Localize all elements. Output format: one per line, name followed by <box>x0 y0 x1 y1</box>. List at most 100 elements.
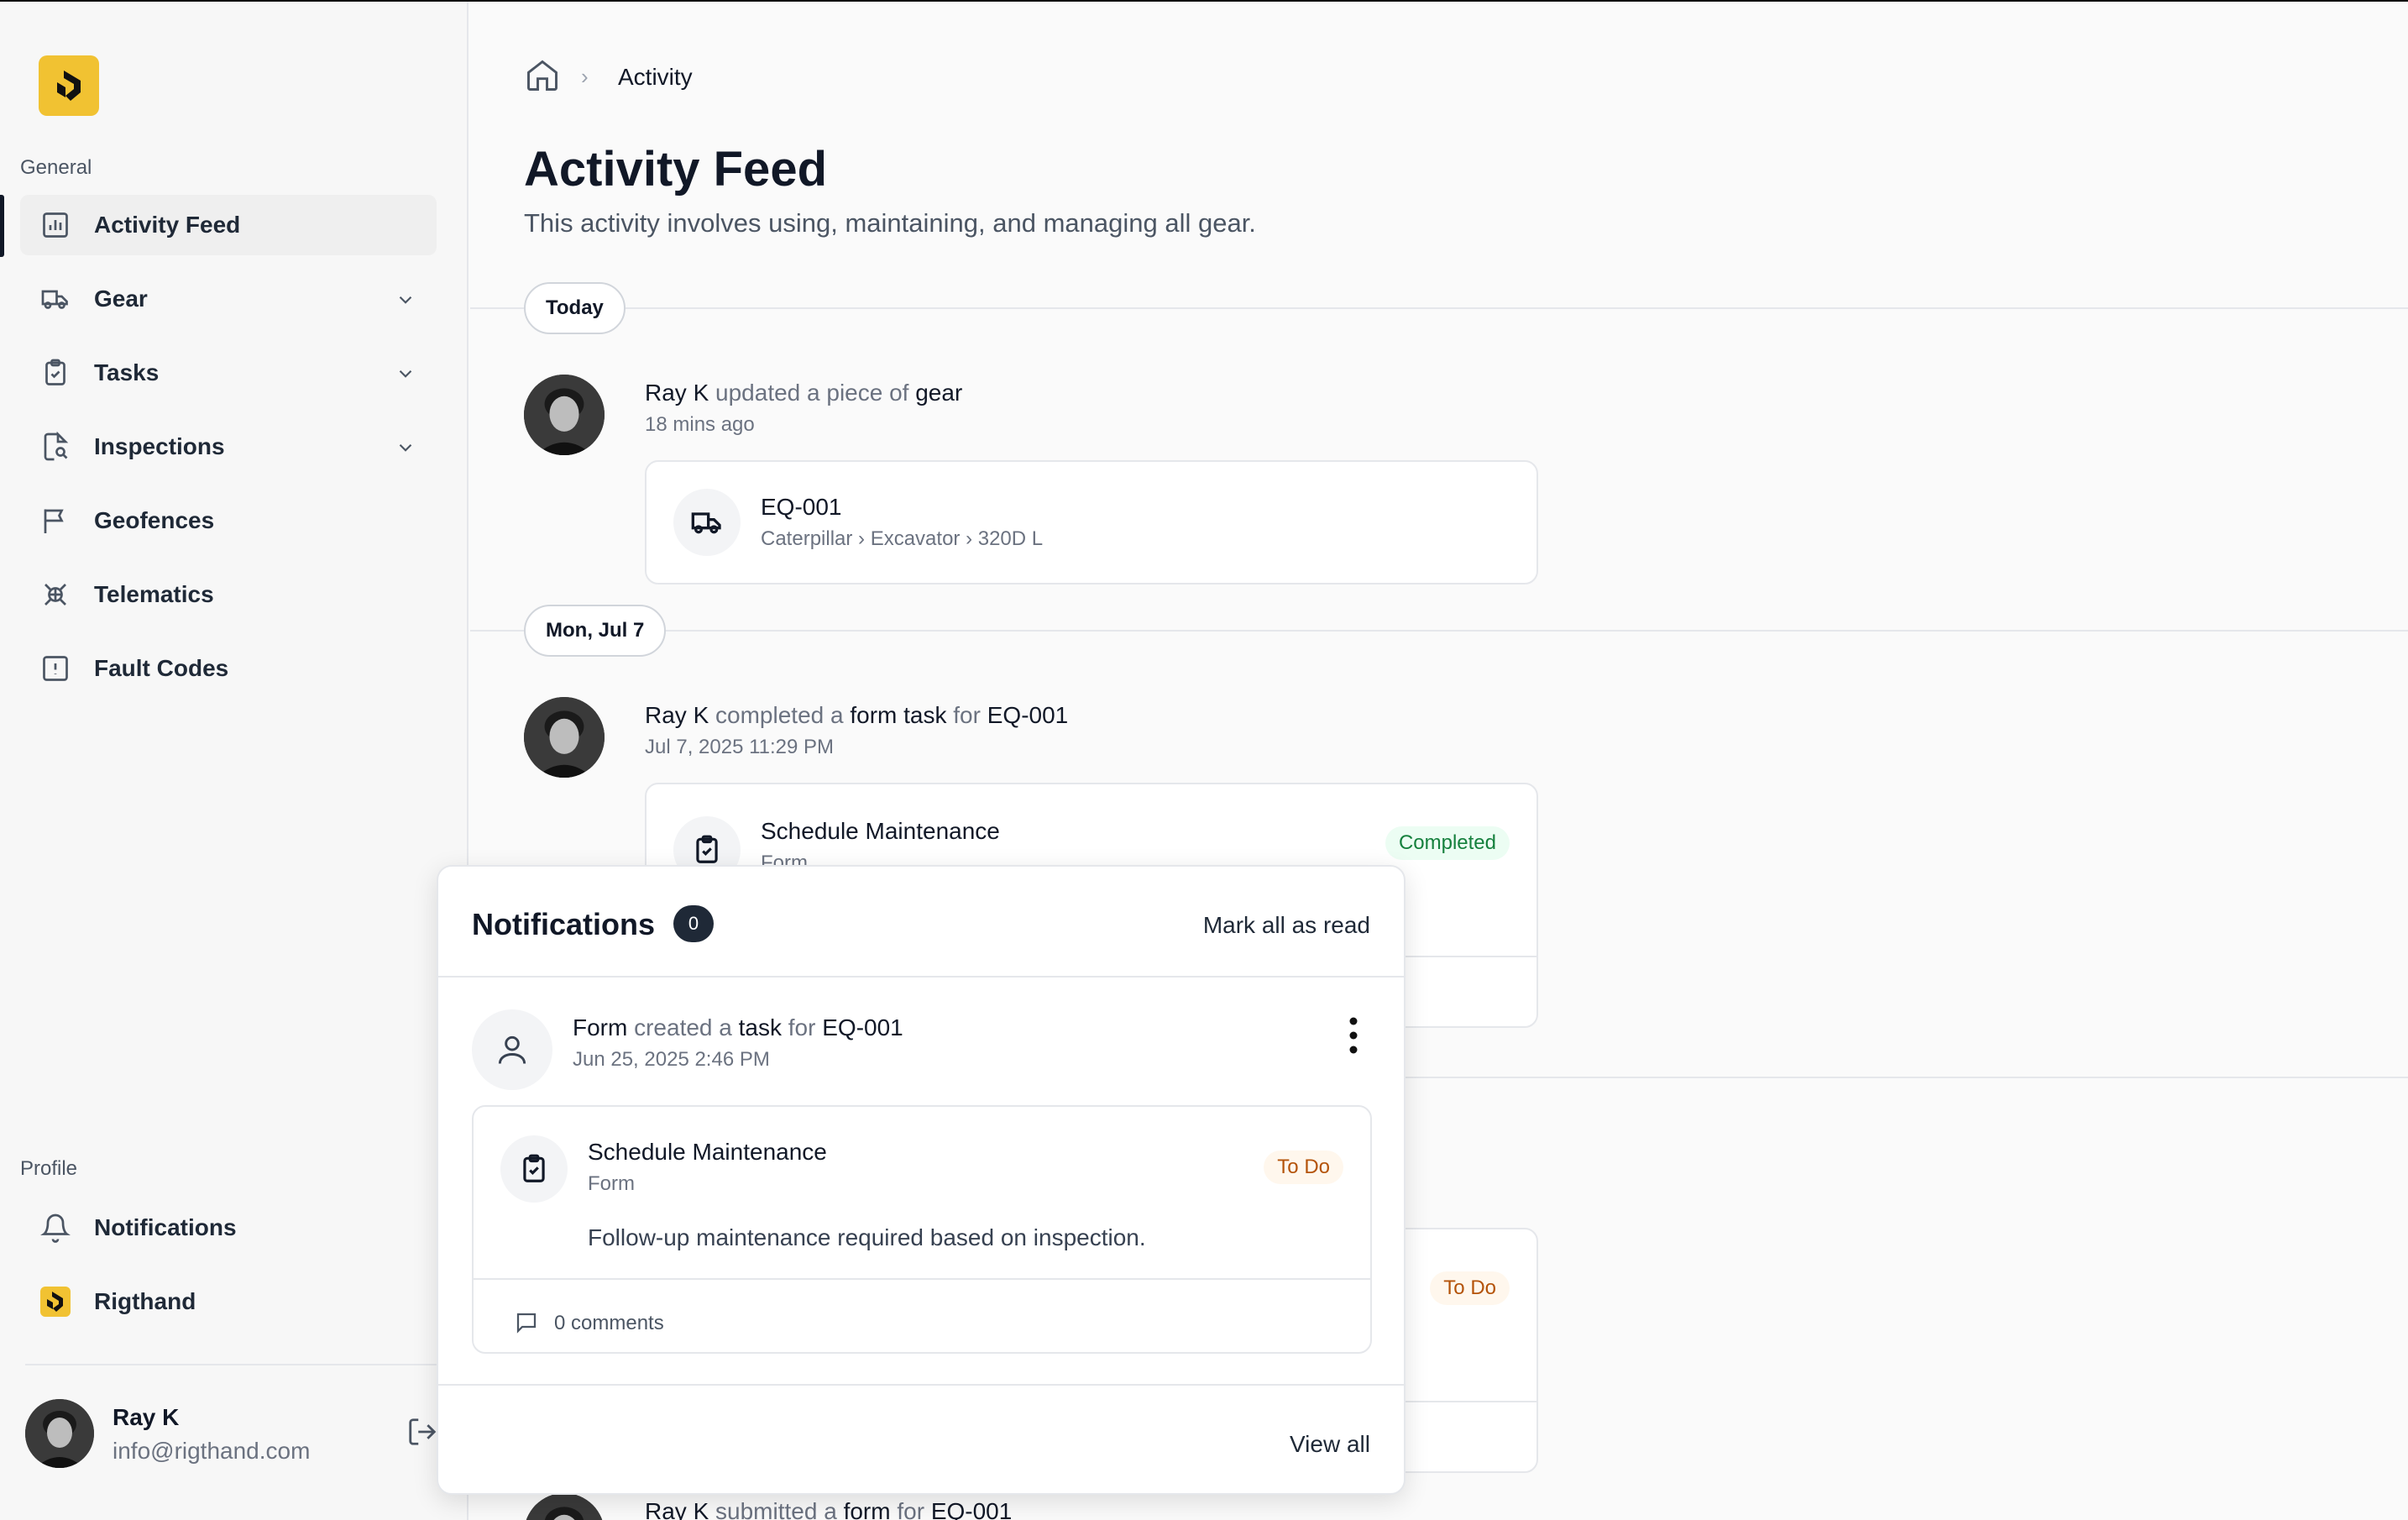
gear-card[interactable]: EQ-001 Caterpillar › Excavator › 320D L <box>645 460 1538 584</box>
sidebar-item-label: Activity Feed <box>94 212 241 238</box>
satellite-icon <box>44 584 66 605</box>
page-title: Activity Feed <box>524 142 827 197</box>
sidebar-item-label: Tasks <box>94 359 160 385</box>
section-label-general: General <box>20 156 92 179</box>
date-pill-today: Today <box>524 282 626 334</box>
sidebar-item-label: Geofences <box>94 507 215 533</box>
sidebar-item-label: Notifications <box>94 1214 237 1240</box>
activity-actor[interactable]: Ray K <box>645 702 709 728</box>
breadcrumb-current: Activity <box>618 64 693 90</box>
notification-description: Form created a task for EQ-001 <box>573 1014 903 1041</box>
notification-target[interactable]: EQ-001 <box>822 1014 903 1040</box>
flag-icon <box>44 509 64 533</box>
person-photo-icon <box>524 1493 605 1520</box>
popover-divider <box>438 976 1404 978</box>
notifications-popover: Notifications 0 Mark all as read Form cr… <box>437 865 1406 1495</box>
person-photo-icon <box>25 1399 94 1468</box>
task-card-title: Schedule Maintenance <box>588 1139 827 1165</box>
sidebar-item-gear[interactable]: Gear <box>20 269 437 329</box>
chevron-down-icon[interactable] <box>395 289 416 311</box>
task-card-icon <box>500 1135 568 1203</box>
person-photo-icon <box>524 697 605 778</box>
activity-target[interactable]: EQ-001 <box>931 1498 1013 1520</box>
user-avatar[interactable] <box>25 1399 94 1468</box>
comment-icon[interactable] <box>514 1310 539 1335</box>
truck-icon <box>691 512 721 534</box>
notification-verb: created a <box>634 1014 732 1040</box>
chevron-down-icon[interactable] <box>395 363 416 385</box>
bar-chart-icon <box>43 212 68 238</box>
gear-card-subtitle: Caterpillar › Excavator › 320D L <box>761 527 1044 550</box>
alert-square-icon <box>43 656 68 681</box>
gear-card-icon <box>673 489 741 556</box>
sidebar-item-activity-feed[interactable]: Activity Feed <box>20 195 437 255</box>
gear-card-title: EQ-001 <box>761 494 842 520</box>
rigthand-logo-icon <box>40 1287 71 1317</box>
file-search-icon <box>44 432 69 461</box>
activity-target[interactable]: EQ-001 <box>987 702 1069 728</box>
timeline-divider <box>470 630 2408 632</box>
sidebar-item-telematics[interactable]: Telematics <box>20 564 437 625</box>
activity-object: form task <box>850 702 947 728</box>
notification-actor: Form <box>573 1014 628 1040</box>
mark-all-read-button[interactable]: Mark all as read <box>1203 912 1370 939</box>
breadcrumb-separator: › <box>581 64 589 89</box>
page-subtitle: This activity involves using, maintainin… <box>524 208 1256 238</box>
task-card-title: Schedule Maintenance <box>761 818 1000 844</box>
sidebar-item-geofences[interactable]: Geofences <box>20 490 437 551</box>
activity-avatar <box>524 1493 605 1520</box>
notification-task-card[interactable]: Schedule Maintenance Form To Do Follow-u… <box>472 1105 1372 1354</box>
activity-time: 18 mins ago <box>645 413 755 436</box>
activity-actor[interactable]: Ray K <box>645 1498 709 1520</box>
activity-description: Ray K completed a form task for EQ-001 <box>645 702 1068 729</box>
sidebar-item-notifications[interactable]: Notifications <box>20 1198 437 1258</box>
view-all-link[interactable]: View all <box>1290 1431 1370 1458</box>
task-card-subtitle: Form <box>588 1172 635 1195</box>
sidebar-item-label: Gear <box>94 286 148 312</box>
activity-description: Ray K updated a piece of gear <box>645 380 962 406</box>
activity-avatar <box>524 375 605 455</box>
notifications-count-badge: 0 <box>673 905 714 942</box>
sidebar-item-label: Inspections <box>94 433 225 459</box>
notification-prep: for <box>788 1014 816 1040</box>
activity-object: form <box>843 1498 891 1520</box>
comments-count[interactable]: 0 comments <box>554 1312 664 1335</box>
logout-icon[interactable] <box>406 1416 438 1448</box>
activity-actor[interactable]: Ray K <box>645 380 709 406</box>
status-badge-completed: Completed <box>1385 826 1510 860</box>
activity-avatar <box>524 697 605 778</box>
sidebar-item-inspections[interactable]: Inspections <box>20 417 437 477</box>
activity-description: Ray K submitted a form for EQ-001 <box>645 1498 1012 1520</box>
clipboard-check-icon <box>696 835 718 863</box>
rigthand-logo[interactable] <box>39 55 99 116</box>
bell-icon <box>40 1213 71 1243</box>
activity-verb: completed a <box>715 702 844 728</box>
section-label-profile: Profile <box>20 1157 78 1180</box>
sidebar-item-label: Rigthand <box>94 1288 196 1314</box>
sidebar-item-fault-codes[interactable]: Fault Codes <box>20 638 437 699</box>
clipboard-check-icon <box>523 1154 545 1182</box>
sidebar-item-tasks[interactable]: Tasks <box>20 343 437 403</box>
sidebar-item-rigthand[interactable]: Rigthand <box>20 1271 437 1332</box>
sidebar: General Activity Feed Gear Tasks Inspect… <box>0 2 469 1520</box>
notifications-title: Notifications <box>472 907 656 941</box>
notification-avatar <box>472 1009 552 1090</box>
person-photo-icon <box>524 375 605 455</box>
active-indicator <box>0 195 4 257</box>
date-pill-jul-7: Mon, Jul 7 <box>524 605 667 657</box>
activity-verb: updated a piece of <box>715 380 909 406</box>
popover-divider <box>438 1384 1404 1386</box>
activity-object: gear <box>915 380 963 406</box>
more-vertical-icon[interactable] <box>1345 1014 1362 1056</box>
user-icon <box>498 1035 526 1064</box>
activity-time: Jul 7, 2025 11:29 PM <box>645 736 835 758</box>
sidebar-divider <box>25 1364 443 1365</box>
notification-time: Jun 25, 2025 2:46 PM <box>573 1048 770 1071</box>
timeline-divider <box>470 307 2408 309</box>
task-card-description: Follow-up maintenance required based on … <box>588 1224 1146 1250</box>
user-email: info@rigthand.com <box>113 1438 311 1464</box>
sidebar-item-label: Fault Codes <box>94 655 229 681</box>
home-icon[interactable] <box>524 57 561 94</box>
chevron-down-icon[interactable] <box>395 437 416 459</box>
activity-verb: submitted a <box>715 1498 837 1520</box>
